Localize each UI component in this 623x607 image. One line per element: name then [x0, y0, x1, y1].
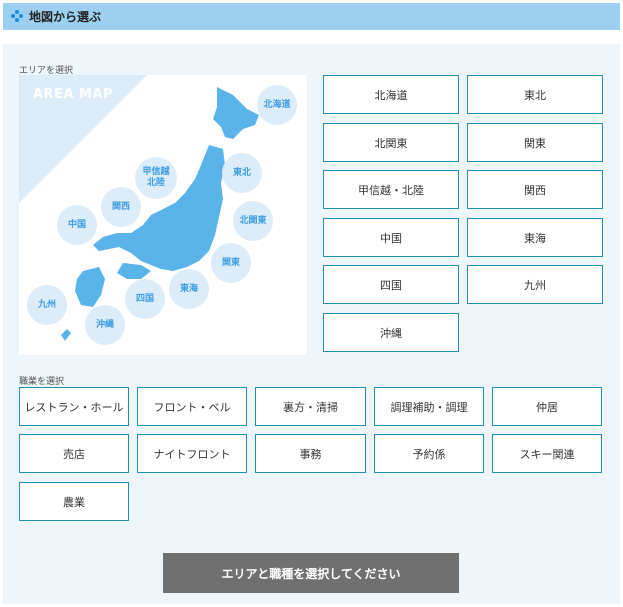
- map-bubble-kitakanto[interactable]: 北関東: [233, 201, 273, 241]
- job-button-front-bell[interactable]: フロント・ベル: [137, 387, 247, 426]
- job-button-night-front[interactable]: ナイトフロント: [137, 434, 247, 473]
- area-button-tohoku[interactable]: 東北: [467, 75, 603, 114]
- job-button-cooking[interactable]: 調理補助・調理: [374, 387, 484, 426]
- job-button-agriculture[interactable]: 農業: [19, 482, 129, 521]
- job-button-restaurant-hall[interactable]: レストラン・ホール: [19, 387, 129, 426]
- map-bubble-kanto[interactable]: 関東: [211, 243, 251, 283]
- map-bubble-tohoku[interactable]: 東北: [222, 153, 262, 193]
- map-title: AREA MAP: [33, 87, 114, 102]
- area-button-shikoku[interactable]: 四国: [323, 265, 459, 304]
- section-header: 地図から選ぶ: [3, 3, 620, 30]
- hokkaido-shape: [213, 87, 259, 139]
- area-button-kitakanto[interactable]: 北関東: [323, 123, 459, 162]
- map-bubble-kyushu[interactable]: 九州: [27, 285, 67, 325]
- job-button-shop[interactable]: 売店: [19, 434, 129, 473]
- area-button-kansai[interactable]: 関西: [467, 170, 603, 209]
- area-button-kyushu[interactable]: 九州: [467, 265, 603, 304]
- diamond-dots-icon: [11, 10, 24, 23]
- map-bubble-tokai[interactable]: 東海: [169, 269, 209, 309]
- area-button-tokai[interactable]: 東海: [467, 218, 603, 257]
- map-bubble-koshinetsu[interactable]: 甲信越 北陸: [135, 157, 177, 199]
- job-button-nakai[interactable]: 仲居: [492, 387, 602, 426]
- map-bubble-chugoku[interactable]: 中国: [57, 205, 97, 245]
- map-bubble-okinawa[interactable]: 沖縄: [85, 305, 125, 345]
- job-button-backstage-cleaning[interactable]: 裏方・清掃: [255, 387, 366, 426]
- area-button-kanto[interactable]: 関東: [467, 123, 603, 162]
- area-button-hokkaido[interactable]: 北海道: [323, 75, 459, 114]
- map-bubble-kansai[interactable]: 関西: [101, 187, 141, 227]
- shikoku-shape: [117, 263, 151, 279]
- area-map[interactable]: AREA MAP 北海道 東北 北関東 関東 東海 甲信越 北陸 関西 中国 四…: [19, 75, 307, 355]
- area-button-koshinetsu[interactable]: 甲信越・北陸: [323, 170, 459, 209]
- job-button-reservation[interactable]: 予約係: [374, 434, 484, 473]
- job-button-office[interactable]: 事務: [255, 434, 366, 473]
- kyushu-shape: [75, 267, 105, 307]
- submit-button[interactable]: エリアと職種を選択してください: [163, 553, 459, 593]
- job-section-label: 職業を選択: [19, 377, 65, 387]
- area-button-okinawa[interactable]: 沖縄: [323, 313, 459, 352]
- job-button-ski[interactable]: スキー関連: [492, 434, 602, 473]
- okinawa-shape: [61, 329, 71, 341]
- section-title: 地図から選ぶ: [29, 10, 102, 24]
- map-bubble-hokkaido[interactable]: 北海道: [257, 85, 297, 125]
- area-button-chugoku[interactable]: 中国: [323, 218, 459, 257]
- map-bubble-shikoku[interactable]: 四国: [125, 279, 165, 319]
